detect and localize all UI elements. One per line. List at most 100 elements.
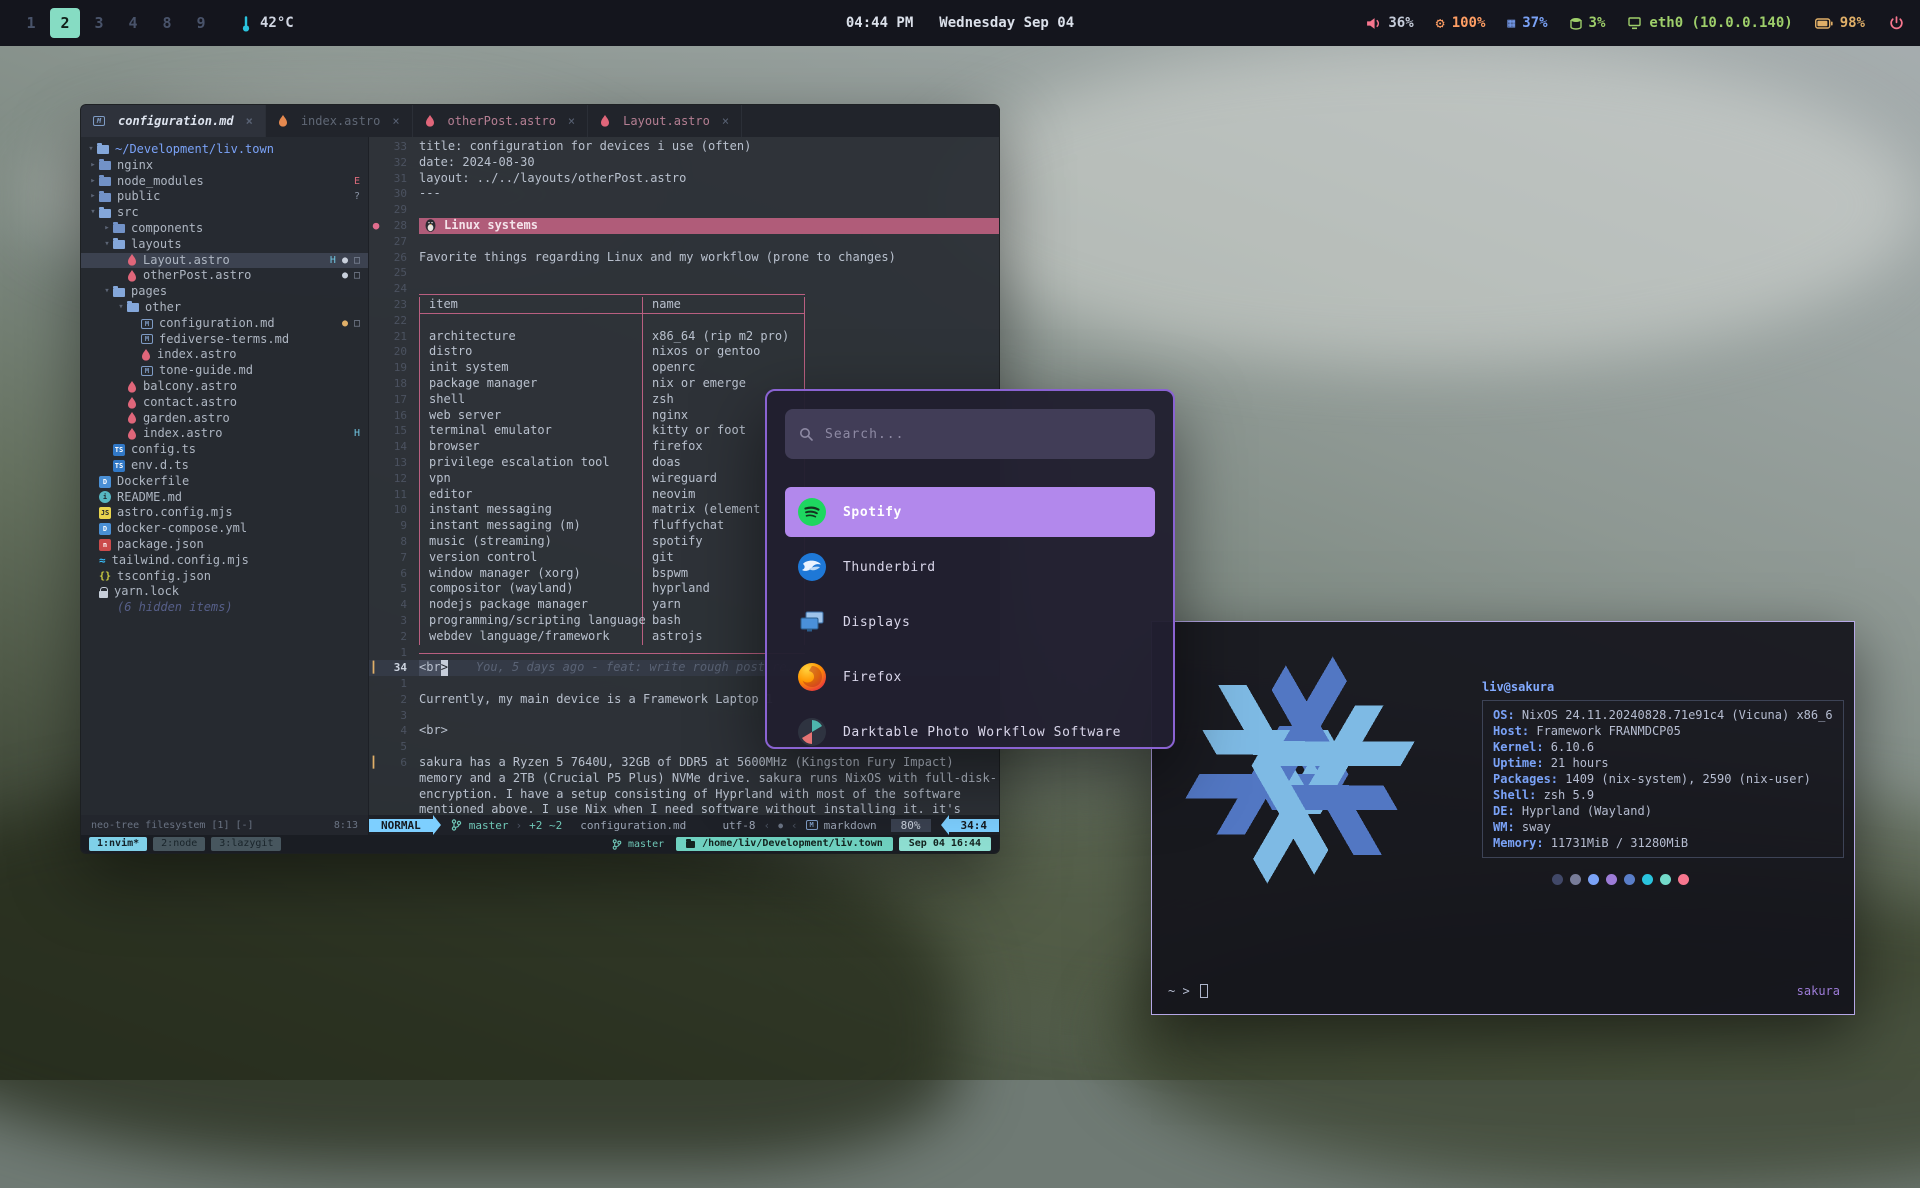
tree-item-other[interactable]: ▾other bbox=[81, 300, 368, 316]
astro-flame-icon bbox=[127, 428, 137, 440]
fetch-value: zsh 5.9 bbox=[1544, 788, 1595, 802]
workspace-button-8[interactable]: 8 bbox=[152, 8, 182, 38]
docker-icon: D bbox=[99, 523, 111, 535]
tree-item-tsconfig.json[interactable]: {}tsconfig.json bbox=[81, 569, 368, 585]
tab-configuration.md[interactable]: Mconfiguration.md× bbox=[81, 105, 266, 137]
tree-item-components[interactable]: ▸components bbox=[81, 221, 368, 237]
chevron-right-icon[interactable]: ▸ bbox=[87, 174, 99, 190]
fetch-value: 21 hours bbox=[1551, 756, 1609, 770]
tree-item-yarn.lock[interactable]: yarn.lock bbox=[81, 584, 368, 600]
launcher-search[interactable] bbox=[785, 409, 1155, 459]
tree-root[interactable]: ▾ ~/Development/liv.town bbox=[81, 142, 368, 158]
tree-item-garden.astro[interactable]: garden.astro bbox=[81, 411, 368, 427]
tree-item-pages[interactable]: ▾pages bbox=[81, 284, 368, 300]
tree-item-layout.astro[interactable]: Layout.astroH●□ bbox=[81, 253, 368, 269]
table-cell-item: window manager (xorg) bbox=[419, 566, 643, 582]
tree-item-contact.astro[interactable]: contact.astro bbox=[81, 395, 368, 411]
tmux-window-1:nvim[interactable]: 1:nvim* bbox=[89, 837, 147, 851]
neotree-file-explorer[interactable]: ▾ ~/Development/liv.town ▸nginx▸node_mod… bbox=[81, 137, 369, 815]
fetch-terminal-window[interactable]: liv@sakura OS: NixOS 24.11.20240828.71e9… bbox=[1151, 621, 1855, 1015]
tree-badge: E bbox=[354, 174, 360, 190]
tree-item-package.json[interactable]: npackage.json bbox=[81, 537, 368, 553]
volume-module[interactable]: 36% bbox=[1366, 15, 1413, 31]
buffer-line: 32date: 2024-08-30 bbox=[369, 155, 999, 171]
launcher-item-spotify[interactable]: Spotify bbox=[785, 487, 1155, 537]
launcher-item-firefox[interactable]: Firefox bbox=[785, 652, 1155, 702]
chevron-right-icon[interactable]: ▸ bbox=[87, 158, 99, 174]
launcher-item-label: Darktable Photo Workflow Software bbox=[843, 725, 1121, 740]
workspace-button-1[interactable]: 1 bbox=[16, 8, 46, 38]
tree-item-layouts[interactable]: ▾layouts bbox=[81, 237, 368, 253]
thermometer-icon bbox=[240, 15, 252, 32]
workspace-button-4[interactable]: 4 bbox=[118, 8, 148, 38]
gutter-sign: ▎ bbox=[369, 755, 383, 815]
tab-index.astro[interactable]: index.astro× bbox=[266, 105, 413, 137]
workspace-button-3[interactable]: 3 bbox=[84, 8, 114, 38]
chevron-down-icon[interactable]: ▾ bbox=[87, 205, 99, 221]
tree-item-configuration.md[interactable]: Mconfiguration.md●□ bbox=[81, 316, 368, 332]
workspace-button-2[interactable]: 2 bbox=[50, 8, 80, 38]
fetch-value: 1409 (nix-system), 2590 (nix-user) bbox=[1565, 772, 1811, 786]
tree-item-tone-guide.md[interactable]: Mtone-guide.md bbox=[81, 363, 368, 379]
chevron-down-icon[interactable]: ▾ bbox=[101, 237, 113, 253]
tree-item-node_modules[interactable]: ▸node_modulesE bbox=[81, 174, 368, 190]
tree-item-docker-compose.yml[interactable]: Ddocker-compose.yml bbox=[81, 521, 368, 537]
tree-item-src[interactable]: ▾src bbox=[81, 205, 368, 221]
line-number: 1 bbox=[383, 676, 407, 692]
line-number: 16 bbox=[383, 408, 407, 424]
chevron-down-icon[interactable]: ▾ bbox=[101, 284, 113, 300]
tab-close-icon[interactable]: × bbox=[722, 114, 729, 128]
line-number: 6 bbox=[383, 755, 407, 815]
workspace-button-9[interactable]: 9 bbox=[186, 8, 216, 38]
tree-item-tailwind.config.mjs[interactable]: ≈ tailwind.config.mjs bbox=[81, 553, 368, 569]
tree-badge: ? bbox=[354, 189, 360, 205]
chevron-right-icon[interactable]: ▸ bbox=[101, 221, 113, 237]
launcher-item-darktable[interactable]: Darktable Photo Workflow Software bbox=[785, 707, 1155, 749]
fetch-info-line: WM: sway bbox=[1493, 819, 1833, 835]
tmux-window-3:lazygit[interactable]: 3:lazygit bbox=[211, 837, 281, 851]
gutter-sign bbox=[369, 708, 383, 724]
launcher-item-displays[interactable]: Displays bbox=[785, 597, 1155, 647]
tab-close-icon[interactable]: × bbox=[246, 114, 253, 128]
git-branch-icon bbox=[612, 839, 622, 850]
docker-icon: D bbox=[99, 476, 111, 488]
power-button[interactable] bbox=[1889, 16, 1904, 31]
tab-label: configuration.md bbox=[118, 114, 234, 128]
table-cell-name: openrc bbox=[643, 360, 805, 376]
tree-item-nginx[interactable]: ▸nginx bbox=[81, 158, 368, 174]
tab-layout.astro[interactable]: Layout.astro× bbox=[588, 105, 742, 137]
segment-separator: ‹ bbox=[791, 819, 798, 832]
tree-item-index.astro[interactable]: index.astroH bbox=[81, 426, 368, 442]
search-input[interactable] bbox=[823, 426, 1141, 443]
gutter-sign bbox=[369, 487, 383, 503]
tree-item-dockerfile[interactable]: DDockerfile bbox=[81, 474, 368, 490]
tab-close-icon[interactable]: × bbox=[392, 114, 399, 128]
tree-item-env.d.ts[interactable]: TSenv.d.ts bbox=[81, 458, 368, 474]
tailwind-icon: ≈ bbox=[99, 553, 106, 569]
tree-item-fediverse-terms.md[interactable]: Mfediverse-terms.md bbox=[81, 332, 368, 348]
tree-item-label: tailwind.config.mjs bbox=[112, 553, 249, 569]
launcher-item-thunderbird[interactable]: Thunderbird bbox=[785, 542, 1155, 592]
firefox-icon bbox=[797, 662, 827, 692]
tree-item-balcony.astro[interactable]: balcony.astro bbox=[81, 379, 368, 395]
fileformat-icon: ● bbox=[778, 821, 783, 830]
tree-item-readme.md[interactable]: iREADME.md bbox=[81, 490, 368, 506]
tmux-window-2:node[interactable]: 2:node bbox=[153, 837, 205, 851]
chevron-down-icon[interactable]: ▾ bbox=[115, 300, 127, 316]
app-launcher[interactable]: SpotifyThunderbirdDisplaysFirefox Darktab… bbox=[765, 389, 1175, 749]
buffer-line: 27 bbox=[369, 234, 999, 250]
tree-item-public[interactable]: ▸public? bbox=[81, 189, 368, 205]
tree-item-astro.config.mjs[interactable]: JSastro.config.mjs bbox=[81, 505, 368, 521]
fetch-info-line: OS: NixOS 24.11.20240828.71e91c4 (Vicuna… bbox=[1493, 707, 1833, 723]
markdown-icon: M bbox=[141, 319, 153, 329]
tab-otherpost.astro[interactable]: otherPost.astro× bbox=[413, 105, 589, 137]
tree-item-config.ts[interactable]: TSconfig.ts bbox=[81, 442, 368, 458]
tree-item-6hiddenitems[interactable]: (6 hidden items) bbox=[81, 600, 368, 616]
fetch-user-host: liv@sakura bbox=[1482, 680, 1844, 694]
line-number: 6 bbox=[383, 566, 407, 582]
tree-item-otherpost.astro[interactable]: otherPost.astro●□ bbox=[81, 268, 368, 284]
chevron-right-icon[interactable]: ▸ bbox=[87, 189, 99, 205]
tab-close-icon[interactable]: × bbox=[568, 114, 575, 128]
line-number: 2 bbox=[383, 629, 407, 645]
tree-item-index.astro[interactable]: index.astro bbox=[81, 347, 368, 363]
